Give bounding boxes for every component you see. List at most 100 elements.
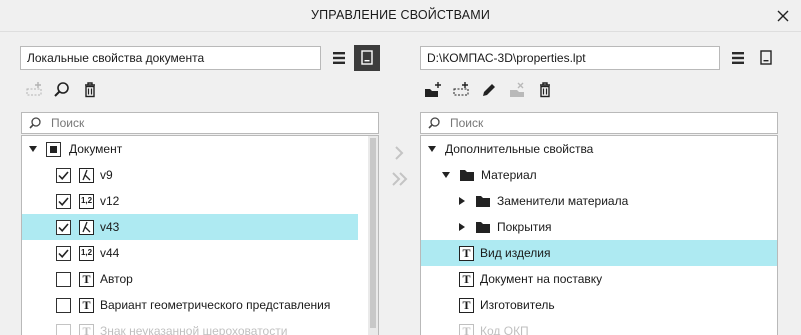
unchecked-checkbox[interactable] [56, 297, 71, 313]
title-bar: УПРАВЛЕНИЕ СВОЙСТВАМИ [0, 0, 801, 32]
add-folder-button[interactable] [423, 80, 443, 100]
window-title: УПРАВЛЕНИЕ СВОЙСТВАМИ [310, 8, 491, 22]
expanded-arrow-icon[interactable] [28, 144, 38, 154]
number-icon: 1,2 [79, 193, 94, 209]
search-placeholder: Поиск [450, 116, 484, 130]
folder-label: Заменители материала [497, 194, 629, 208]
left-search-input[interactable]: Поиск [21, 112, 379, 134]
expanded-arrow-icon[interactable] [427, 144, 437, 154]
edit-button[interactable] [479, 80, 499, 100]
add-row-icon [26, 82, 42, 96]
tree-folder[interactable]: Заменители материала [421, 188, 777, 214]
add-row-icon [453, 82, 469, 96]
transfer-all-button[interactable] [390, 170, 410, 191]
add-folder-icon [425, 82, 441, 97]
list-item[interactable]: T Знак неуказанной шероховатости [22, 318, 370, 335]
tree-root-label: Документ [69, 142, 123, 156]
text-icon: T [459, 245, 474, 261]
remove-button[interactable] [507, 80, 527, 100]
delete-button[interactable] [535, 80, 555, 100]
text-icon: T [79, 297, 94, 313]
pencil-icon [483, 84, 495, 96]
add-property-button[interactable] [24, 80, 44, 100]
remove-item-icon [510, 82, 524, 97]
find-button[interactable] [52, 80, 72, 100]
search-icon [54, 82, 69, 97]
right-list-view-button[interactable] [725, 45, 751, 71]
add-property-button[interactable] [451, 80, 471, 100]
left-list-view-button[interactable] [326, 45, 352, 71]
list-item[interactable]: T Изготовитель [421, 292, 777, 318]
item-label: Знак неуказанной шероховатости [100, 324, 288, 335]
item-label: Вариант геометрического представления [100, 298, 331, 312]
item-label: v9 [100, 168, 113, 182]
unchecked-checkbox[interactable] [56, 323, 71, 335]
partial-checkbox[interactable] [46, 141, 61, 157]
folder-icon [459, 168, 475, 182]
list-item[interactable]: T Автор [22, 266, 370, 292]
trash-icon [85, 82, 95, 98]
unchecked-checkbox[interactable] [56, 271, 71, 287]
left-property-tree: Документ v9 1,2 v12 v43 1,2 v44 T Автор … [21, 135, 379, 335]
right-source-field[interactable]: D:\КОМПАС-3D\properties.lpt [420, 46, 720, 70]
right-document-view-button[interactable] [753, 45, 779, 71]
item-label: Вид изделия [480, 246, 551, 260]
folder-label: Материал [481, 168, 537, 182]
scrollbar-thumb[interactable] [370, 138, 376, 328]
number-icon: 1,2 [79, 245, 94, 261]
text-icon: T [459, 271, 474, 287]
list-item[interactable]: T Код ОКП [421, 318, 777, 335]
left-document-view-button[interactable] [354, 45, 380, 71]
checked-checkbox[interactable] [56, 167, 71, 183]
collapsed-arrow-icon[interactable] [457, 222, 467, 232]
double-chevron-right-icon [392, 172, 408, 186]
delete-button[interactable] [80, 80, 100, 100]
right-search-input[interactable]: Поиск [420, 112, 778, 134]
list-item[interactable]: 1,2 v12 [22, 188, 370, 214]
tree-folder[interactable]: Покрытия [421, 214, 777, 240]
folder-icon [475, 194, 491, 208]
text-icon: T [79, 271, 94, 287]
list-item[interactable]: T Вариант геометрического представления [22, 292, 370, 318]
tree-folder-material[interactable]: Материал [421, 162, 777, 188]
item-label: Автор [100, 272, 133, 286]
tree-root-document[interactable]: Документ [22, 136, 370, 162]
text-icon: T [459, 297, 474, 313]
right-property-tree: Дополнительные свойства Материал Заменит… [420, 135, 778, 335]
checked-checkbox[interactable] [56, 219, 71, 235]
lambda-icon [79, 219, 94, 235]
checked-checkbox[interactable] [56, 193, 71, 209]
list-item-selected[interactable]: T Вид изделия [421, 240, 777, 266]
folder-label: Покрытия [497, 220, 552, 234]
list-item-selected[interactable]: v43 [22, 214, 358, 240]
left-scrollbar[interactable] [368, 136, 378, 335]
close-icon [777, 10, 789, 22]
expanded-arrow-icon[interactable] [441, 170, 451, 180]
item-label: v12 [100, 194, 120, 208]
folder-icon [475, 220, 491, 234]
search-icon [427, 116, 441, 133]
list-icon [732, 52, 744, 64]
item-label: Документ на поставку [480, 272, 603, 286]
tree-root-additional[interactable]: Дополнительные свойства [421, 136, 777, 162]
text-icon: T [79, 323, 94, 335]
chevron-right-icon [395, 146, 404, 160]
transfer-one-button[interactable] [390, 144, 408, 165]
list-item[interactable]: v9 [22, 162, 370, 188]
collapsed-arrow-icon[interactable] [457, 196, 467, 206]
search-placeholder: Поиск [51, 116, 85, 130]
item-label: v43 [100, 220, 120, 234]
lambda-icon [79, 167, 94, 183]
list-item[interactable]: T Документ на поставку [421, 266, 777, 292]
left-source-field[interactable]: Локальные свойства документа [20, 46, 321, 70]
list-icon [333, 52, 345, 64]
close-button[interactable] [773, 6, 793, 26]
item-label: Код ОКП [480, 324, 529, 335]
trash-icon [540, 82, 550, 98]
tree-root-label: Дополнительные свойства [445, 142, 594, 156]
document-icon [361, 50, 373, 65]
checked-checkbox[interactable] [56, 245, 71, 261]
document-icon [760, 50, 772, 65]
list-item[interactable]: 1,2 v44 [22, 240, 370, 266]
item-label: Изготовитель [480, 298, 555, 312]
